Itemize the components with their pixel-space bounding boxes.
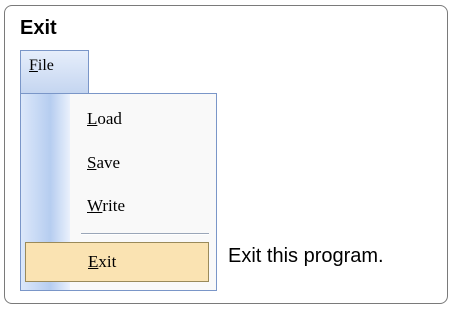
write-accel: W	[87, 196, 103, 215]
menu-item-write[interactable]: Write	[87, 195, 125, 217]
menu-item-load[interactable]: Load	[87, 108, 122, 130]
menu-separator	[81, 233, 209, 235]
file-accel: F	[29, 57, 38, 74]
exit-label: Exit	[88, 251, 116, 273]
exit-label-rest: xit	[98, 252, 117, 271]
file-label-rest: ile	[37, 57, 54, 74]
exit-description: Exit this program.	[228, 245, 384, 267]
menu-item-save[interactable]: Save	[87, 152, 120, 174]
save-label-rest: ave	[96, 153, 121, 172]
load-accel: L	[87, 109, 98, 128]
load-label-rest: oad	[97, 109, 122, 128]
menu-item-exit[interactable]: Exit	[25, 242, 209, 282]
file-dropdown-menu: Load Save Write Exit	[20, 93, 217, 291]
page-title: Exit	[20, 17, 57, 39]
exit-accel: E	[88, 252, 99, 271]
write-label-rest: rite	[102, 196, 126, 215]
menu-file[interactable]: File	[20, 50, 89, 94]
